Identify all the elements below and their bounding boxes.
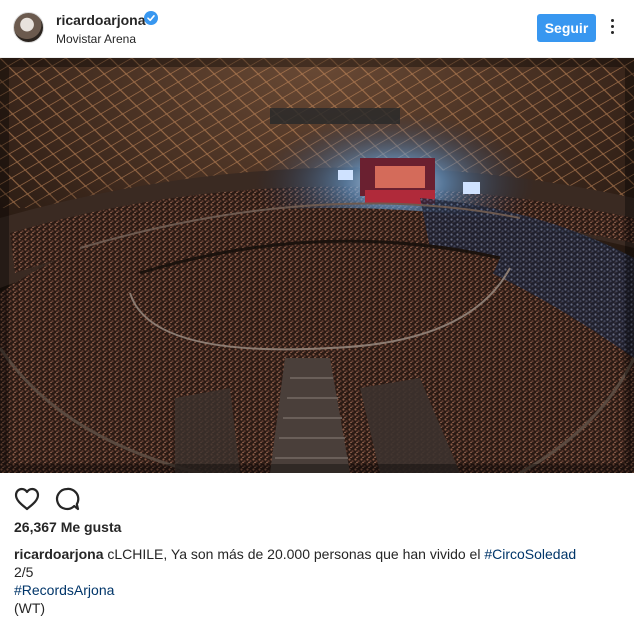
post-header: ricardoarjona Movistar Arena Seguir xyxy=(0,0,634,58)
caption-line-1: ricardoarjona cLCHILE, Ya son más de 20.… xyxy=(14,545,624,563)
instagram-post: ricardoarjona Movistar Arena Seguir 26,3… xyxy=(0,0,634,619)
location-link[interactable]: Movistar Arena xyxy=(56,32,136,46)
more-options-icon[interactable] xyxy=(606,16,618,40)
comment-bubble-icon[interactable] xyxy=(53,485,81,513)
hashtag-circosoledad[interactable]: #CircoSoledad xyxy=(484,546,576,562)
caption-text: cLCHILE, Ya son más de 20.000 personas q… xyxy=(107,546,481,562)
verified-badge-icon xyxy=(144,11,158,25)
post-caption: ricardoarjona cLCHILE, Ya son más de 20.… xyxy=(14,545,624,617)
heart-icon[interactable] xyxy=(13,485,41,513)
post-image[interactable] xyxy=(0,58,634,473)
avatar[interactable] xyxy=(13,12,44,43)
caption-username[interactable]: ricardoarjona xyxy=(14,546,103,562)
caption-line-4: (WT) xyxy=(14,600,46,616)
action-bar xyxy=(0,473,634,523)
username-link[interactable]: ricardoarjona xyxy=(56,12,145,28)
follow-button[interactable]: Seguir xyxy=(537,14,596,42)
caption-line-3: #RecordsArjona xyxy=(14,581,624,599)
hashtag-recordsarjona[interactable]: #RecordsArjona xyxy=(14,582,114,598)
caption-line-2: 2/5 xyxy=(14,564,34,580)
likes-count[interactable]: 26,367 Me gusta xyxy=(14,519,121,535)
